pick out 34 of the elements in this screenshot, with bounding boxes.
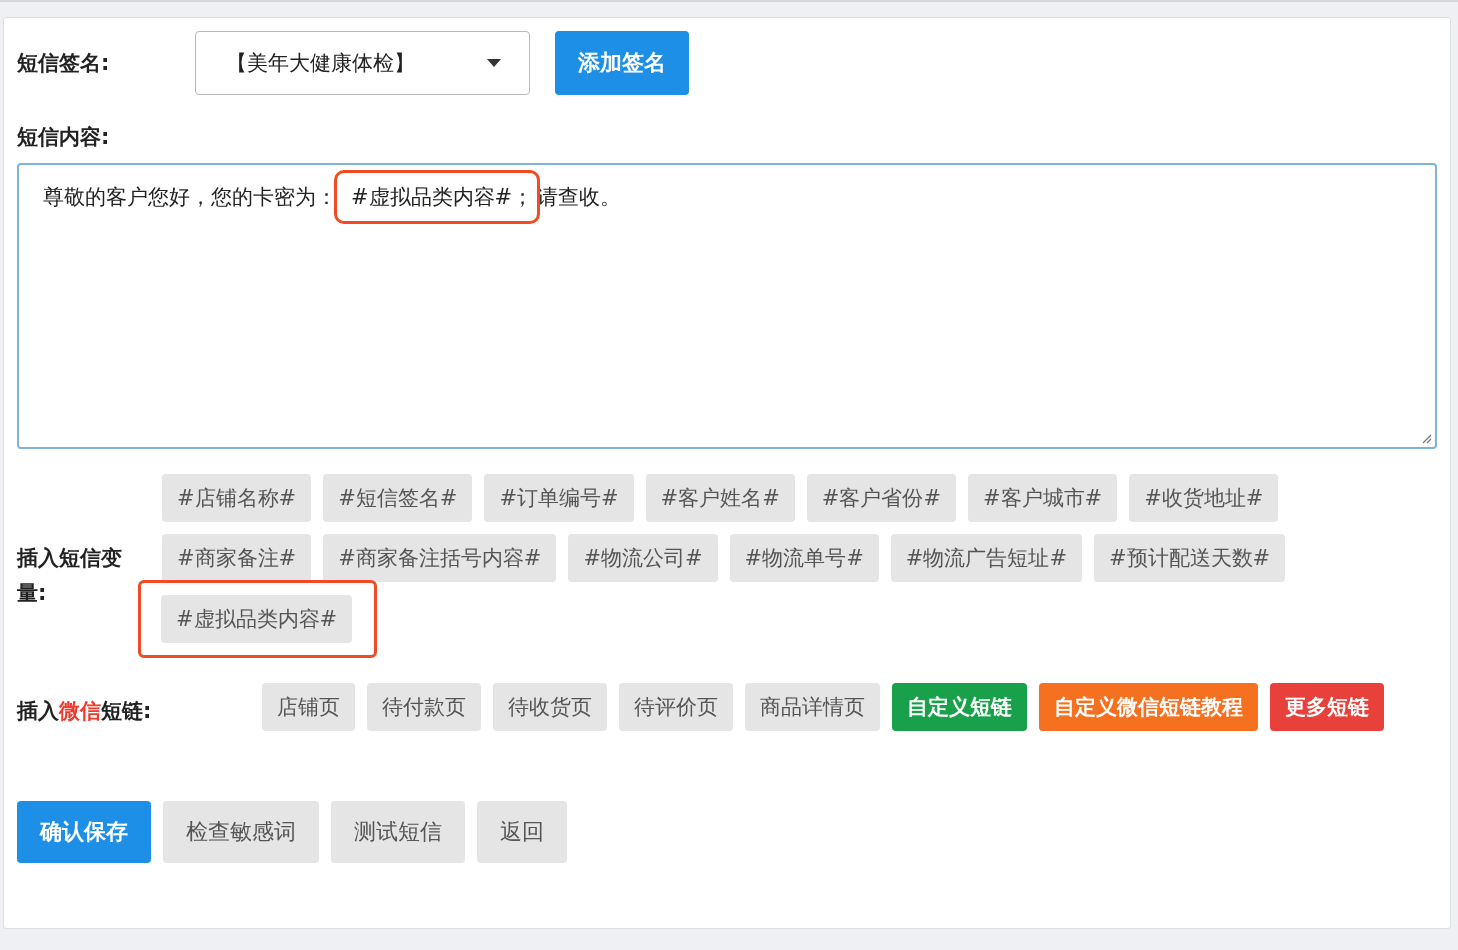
variable-tag[interactable]: #商家备注括号内容# [323,534,557,582]
shortlink-button[interactable]: 待付款页 [367,683,481,731]
variable-tag[interactable]: #店铺名称# [162,474,312,522]
variable-tag[interactable]: #客户省份# [806,474,956,522]
shortlink-button[interactable]: 待收货页 [493,683,607,731]
shortlink-button[interactable]: 待评价页 [619,683,733,731]
action-button[interactable]: 确认保存 [17,801,151,863]
field-label: 短信签名: [17,50,111,77]
caret-icon [487,59,501,67]
variable-tag[interactable]: #客户姓名# [645,474,795,522]
shortlink-button[interactable]: 更多短链 [1270,683,1384,731]
variable-tag[interactable]: #物流单号# [729,534,879,582]
action-button[interactable]: 检查敏感词 [163,801,319,863]
variable-tag[interactable]: #商家备注# [162,534,312,582]
add-signature-button[interactable]: 添加签名 [555,31,689,95]
shortlink-button[interactable]: 自定义短链 [892,683,1027,731]
field-label: 插入短信变量: [17,545,123,607]
resize-handle-icon[interactable] [1420,432,1432,444]
action-button[interactable]: 返回 [477,801,567,863]
shortlink-button[interactable]: 店铺页 [262,683,355,731]
field-label: 短信内容: [17,124,111,151]
signature-dropdown[interactable]: 【美年大健康体检】 [195,31,530,95]
shortlink-button[interactable]: 商品详情页 [745,683,880,731]
variable-tag[interactable]: #预计配送天数# [1094,534,1286,582]
field-label: 插入微信短链: [17,698,153,725]
variable-tag[interactable]: #短信签名# [323,474,473,522]
variable-tag[interactable]: #客户城市# [968,474,1118,522]
variable-tag[interactable]: #收货地址# [1129,474,1279,522]
variable-tag[interactable]: #订单编号# [484,474,634,522]
message-textarea[interactable]: 尊敬的客户您好，您的卡密为： #虚拟品类内容#； 请查收。 [17,163,1437,449]
variable-tag[interactable]: #物流公司# [568,534,718,582]
action-button[interactable]: 测试短信 [331,801,465,863]
variable-tag[interactable]: #物流广告短址# [890,534,1082,582]
variable-tag[interactable]: #虚拟品类内容# [161,595,353,643]
